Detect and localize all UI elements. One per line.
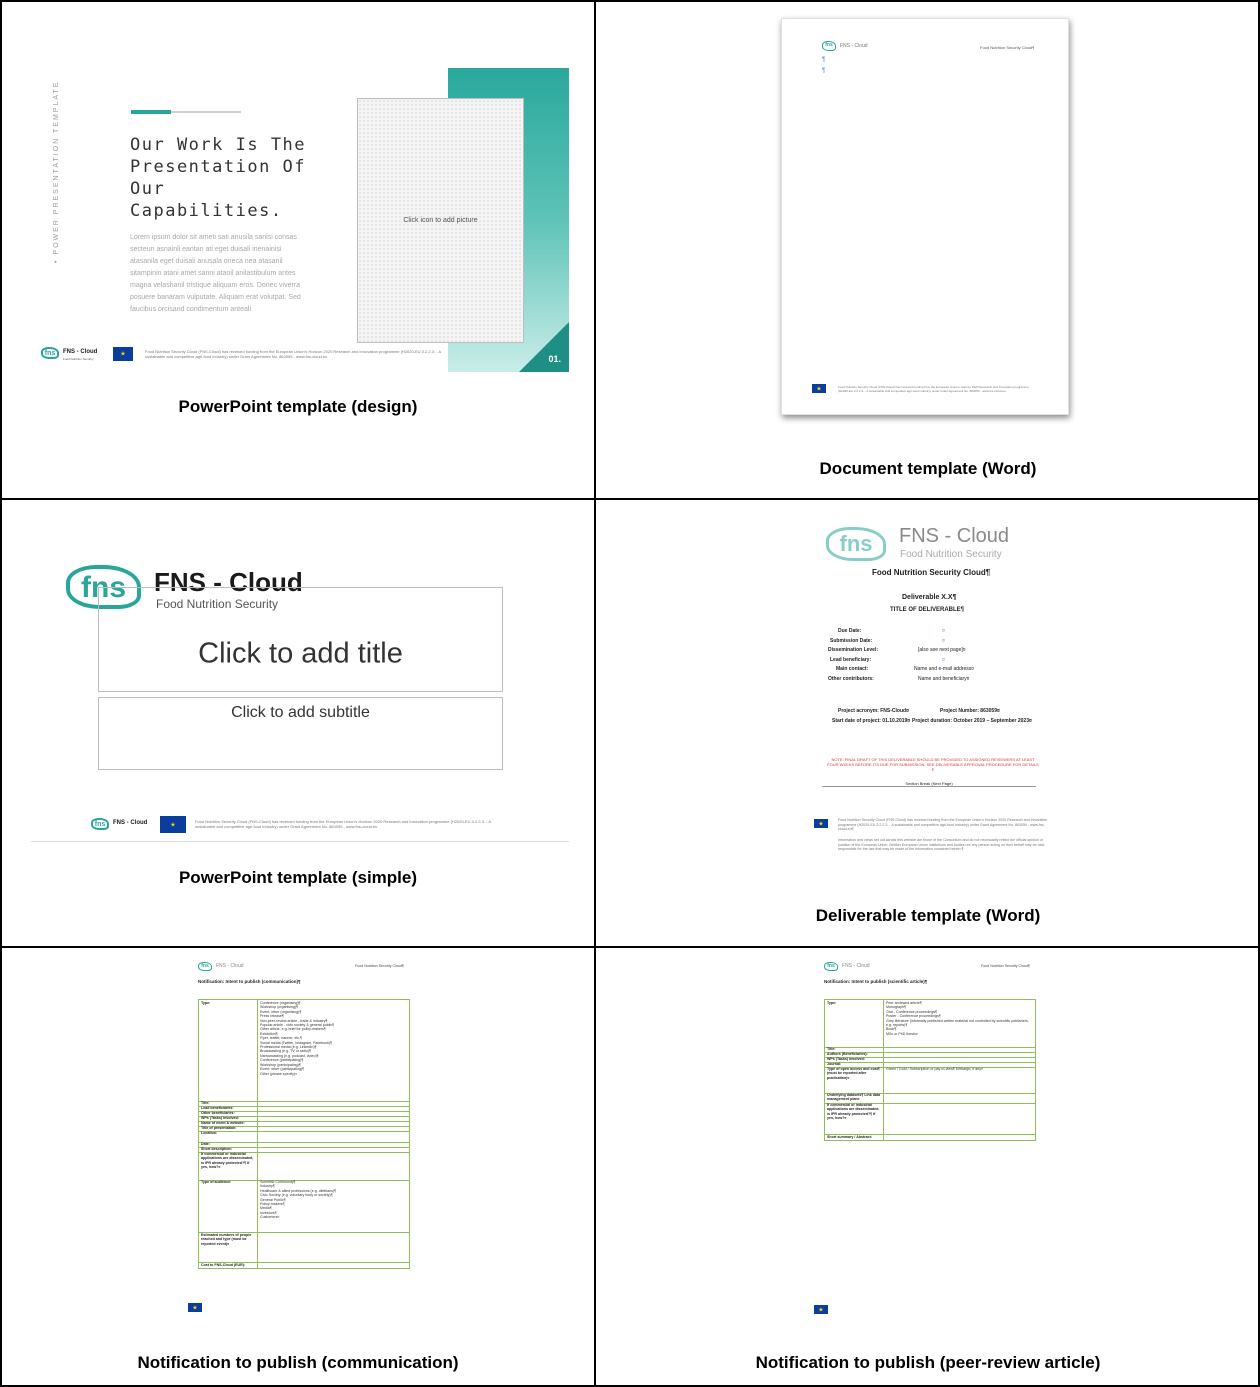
slide-body-text: Lorem ipsum dolor sit ameti sati anusila…: [130, 234, 301, 313]
header-right: Food Nutrition Security Cloud¶: [981, 964, 1030, 968]
note-text: NOTE: FINAL DRAFT OF THIS DELIVERABLE SH…: [827, 757, 1039, 772]
footer-disclaimer-text: Information and views set out across thi…: [838, 838, 1045, 852]
logo-tagline: Food Nutrition Security: [900, 549, 1002, 560]
logo-name: FNS - Cloud: [899, 525, 1010, 547]
caption-notif-comm: Notification to publish (communication): [137, 1353, 459, 1372]
eu-flag-icon: [188, 1303, 202, 1312]
slide-number: 01.: [548, 354, 561, 364]
caption-notif-peer: Notification to publish (peer-review art…: [755, 1353, 1101, 1372]
eu-flag-icon: [814, 1305, 828, 1314]
field-value: ¤: [942, 628, 945, 634]
accent-bar: [131, 110, 171, 114]
slide-heading: Our Work Is The Presentation Of Our Capa…: [130, 135, 307, 221]
deliverable-number: Deliverable X.X¶: [902, 594, 957, 601]
fns-logo-icon: fns: [41, 347, 59, 359]
field-value: ¤: [942, 657, 945, 663]
title-placeholder[interactable]: Click to add title: [98, 587, 503, 692]
field-label: Dissemination Level:: [828, 647, 879, 653]
logo-name: FNS - Cloud: [113, 820, 148, 826]
logo-name: FNS - Cloud: [216, 963, 244, 969]
footer-funding-text: Food Nutrition Security Cloud (FNS-Cloud…: [838, 818, 1048, 832]
ppt-design-thumbnail[interactable]: • POWER PRESENTATION TEMPLATE Our Work I…: [31, 68, 569, 372]
field-value: ¤: [942, 638, 945, 644]
fns-logo-icon: fns: [824, 962, 838, 971]
deliverable-template-thumbnail[interactable]: fns FNS - Cloud Food Nutrition Security …: [808, 515, 1048, 870]
fns-logo-icon: fns: [822, 41, 836, 51]
project-duration: Project duration: October 2019 – Septemb…: [912, 718, 1032, 724]
project-number: Project Number: 863059¤: [940, 708, 1000, 714]
row-divider-2: [0, 946, 1260, 948]
project-start: Start date of project: 01.10.2019¤: [832, 718, 911, 724]
fns-logo-icon: fns: [826, 527, 886, 561]
field-label: Due Date:: [838, 628, 862, 634]
communication-table: Type: Conference (organising)¶ Workshop (…: [198, 999, 410, 1269]
logo-name: FNS - Cloud: [842, 963, 870, 969]
accent-bar-grey: [171, 111, 241, 113]
notification-peer-review-thumbnail[interactable]: fns FNS - Cloud Food Nutrition Security …: [806, 960, 1046, 1325]
field-value: Name and e-mail address¤: [914, 666, 975, 672]
row-divider-1: [0, 498, 1260, 500]
notification-communication-thumbnail[interactable]: fns FNS - Cloud Food Nutrition Security …: [180, 960, 420, 1325]
fns-logo-icon: fns: [198, 962, 212, 971]
notification-title: Notification: Intent to publish (scienti…: [824, 979, 928, 984]
section-break: Section Break (Next Page): [822, 781, 1036, 787]
pilcrow: ¶: [822, 57, 826, 63]
notification-title: Notification: Intent to publish (communi…: [198, 979, 301, 984]
eu-flag-icon: [160, 816, 186, 833]
caption-deliverable: Deliverable template (Word): [815, 906, 1041, 925]
eu-flag-icon: [113, 347, 133, 361]
footer-funding-text: Food Nutrition Security Cloud (FNS-Cloud…: [195, 819, 491, 829]
ppt-simple-thumbnail[interactable]: fns FNS - Cloud Food Nutrition Security …: [31, 538, 569, 842]
footer-funding-text: Food Nutrition Security Cloud (FNS-Cloud…: [838, 385, 1029, 393]
field-value: Name and beneficiary¤: [918, 676, 970, 682]
footer-funding-text: Food Nutrition Security Cloud (FNS-Cloud…: [145, 349, 441, 359]
subtitle-placeholder[interactable]: Click to add subtitle: [98, 697, 503, 770]
caption-ppt-design: PowerPoint template (design): [178, 397, 418, 416]
fns-logo-icon: fns: [91, 818, 109, 830]
field-label: Lead beneficiary:: [830, 657, 872, 663]
field-label: Submission Date:: [830, 638, 873, 644]
eu-flag-icon: [812, 384, 826, 393]
document-template-thumbnail[interactable]: fns FNS - Cloud Food Nutrition Security …: [781, 18, 1069, 415]
vertical-label: • POWER PRESENTATION TEMPLATE: [53, 80, 60, 263]
caption-doc-word: Document template (Word): [819, 459, 1037, 478]
field-value: [also see next page]¤: [918, 647, 966, 653]
picture-placeholder[interactable]: Click icon to add picture: [357, 98, 524, 343]
org-name: Food Nutrition Security Cloud¶: [872, 568, 991, 577]
column-divider: [594, 0, 596, 1387]
article-table: Type: Peer-reviewed article¶ Monograph¶ O…: [824, 999, 1036, 1141]
deliverable-title: TITLE OF DELIVERABLE¶: [890, 607, 965, 613]
header-right: Food Nutrition Security Cloud¶: [355, 964, 404, 968]
logo-tagline: Food Nutrition Security: [63, 357, 94, 361]
eu-flag-icon: [814, 819, 828, 828]
project-acronym: Project acronym: FNS-Cloud¤: [838, 708, 909, 714]
logo-name: FNS - Cloud: [63, 349, 98, 355]
field-label: Other contributors:: [828, 676, 874, 682]
logo-name: FNS - Cloud: [840, 43, 868, 49]
caption-ppt-simple: PowerPoint template (simple): [178, 868, 418, 887]
field-label: Main contact:: [836, 666, 869, 672]
pilcrow: ¶: [822, 68, 826, 74]
header-right: Food Nutrition Security Cloud¶: [980, 45, 1035, 50]
corner-triangle: [519, 322, 569, 372]
